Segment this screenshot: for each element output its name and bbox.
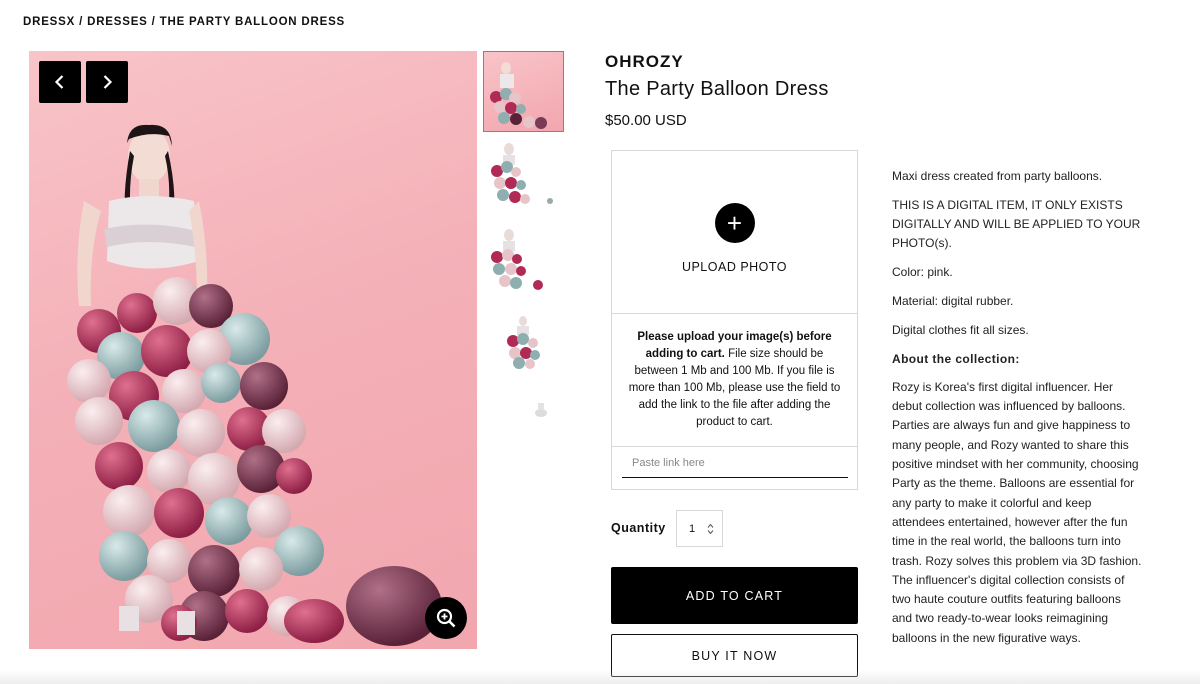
paste-link-input[interactable]: [622, 448, 848, 478]
product-photo-illustration: [67, 124, 442, 646]
thumbnail-2[interactable]: [483, 137, 564, 218]
upload-instructions-text: File size should be between 1 Mb and 100…: [628, 348, 841, 428]
breadcrumb-current: THE PARTY BALLOON DRESS: [159, 16, 346, 28]
next-image-button[interactable]: [86, 61, 128, 103]
thumbnail-1[interactable]: [483, 51, 564, 132]
zoom-in-icon: [436, 608, 456, 628]
chevron-left-icon: [54, 75, 64, 89]
breadcrumb-separator: /: [147, 16, 160, 28]
product-price: $50.00 USD: [605, 112, 687, 129]
chevron-right-icon: [103, 75, 113, 89]
thumbnail-image: [490, 62, 547, 129]
thumbnail-image: [535, 403, 547, 417]
description-paragraph: Digital clothes fit all sizes.: [892, 322, 1029, 337]
add-to-cart-button[interactable]: ADD TO CART: [611, 567, 858, 624]
breadcrumb-link-dresses[interactable]: DRESSES: [87, 16, 148, 28]
main-product-image[interactable]: [29, 51, 477, 649]
quantity-value[interactable]: 1: [677, 523, 707, 535]
product-description: Maxi dress created from party balloons. …: [892, 167, 1144, 648]
thumbnail-gallery: [483, 51, 564, 430]
upload-photo-button[interactable]: + UPLOAD PHOTO: [612, 151, 857, 314]
about-collection-heading: About the collection:: [892, 351, 1020, 366]
product-brand[interactable]: OHROZY: [605, 52, 684, 72]
product-title: The Party Balloon Dress: [605, 78, 829, 100]
breadcrumb-link-dressx[interactable]: DRESSX: [23, 16, 75, 28]
upload-photo-label: UPLOAD PHOTO: [681, 260, 788, 274]
zoom-button[interactable]: [425, 597, 467, 639]
quantity-stepper[interactable]: 1: [676, 510, 723, 547]
breadcrumb: DRESSX / DRESSES / THE PARTY BALLOON DRE…: [23, 16, 345, 28]
upload-panel: + UPLOAD PHOTO Please upload your image(…: [611, 150, 858, 490]
thumbnail-image: [507, 316, 540, 369]
description-paragraph: Rozy is Korea's first digital influencer…: [892, 379, 1142, 645]
previous-image-button[interactable]: [39, 61, 81, 103]
thumbnail-3[interactable]: [483, 223, 564, 304]
breadcrumb-separator: /: [75, 16, 88, 28]
description-paragraph: Color: pink.: [892, 265, 953, 280]
description-paragraph: Material: digital rubber.: [892, 293, 1014, 308]
description-paragraph: Maxi dress created from party balloons.: [892, 169, 1103, 183]
thumbnail-image: [491, 143, 553, 204]
plus-icon: +: [714, 203, 755, 243]
upload-instructions: Please upload your image(s) before addin…: [612, 314, 857, 447]
thumbnail-4[interactable]: [483, 309, 564, 390]
thumbnail-image: [491, 229, 543, 290]
up-down-arrows-icon[interactable]: [707, 523, 714, 535]
quantity-label: Quantity: [611, 521, 666, 535]
page-bottom-shadow: [0, 670, 1200, 684]
thumbnail-5[interactable]: [483, 395, 564, 425]
description-paragraph: THIS IS A DIGITAL ITEM, IT ONLY EXISTS D…: [892, 197, 1141, 251]
